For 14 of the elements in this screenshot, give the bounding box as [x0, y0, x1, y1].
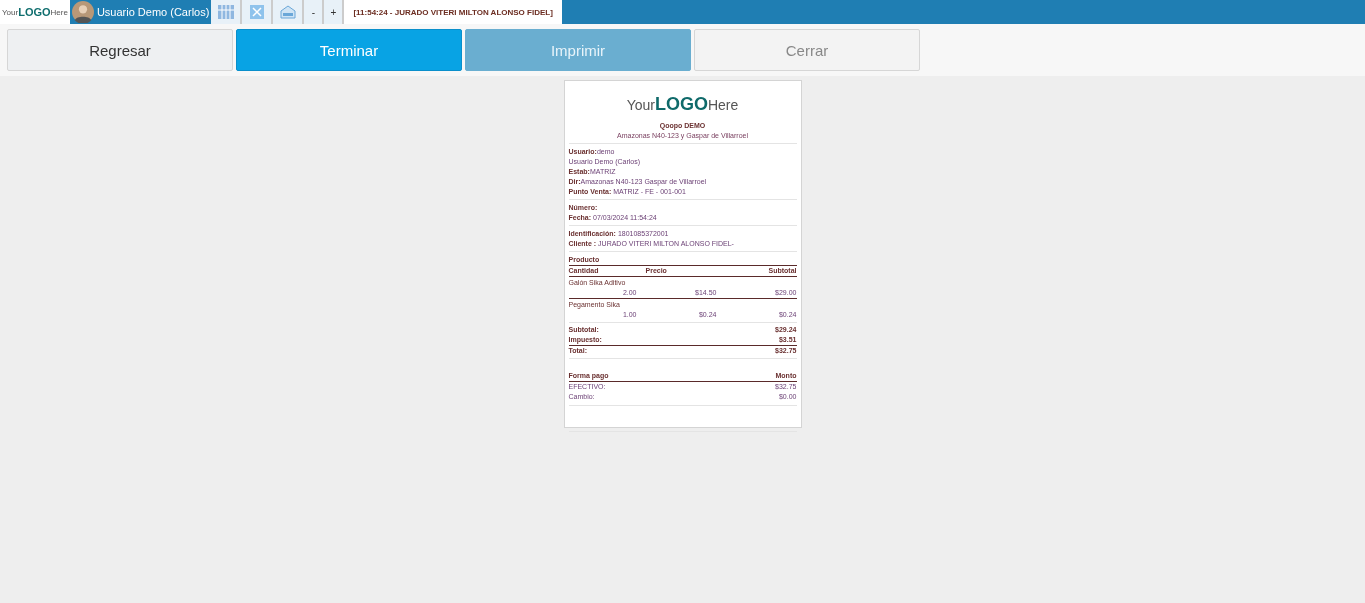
avatar-icon[interactable]	[71, 1, 94, 23]
box-button[interactable]	[273, 0, 305, 24]
logo: YourLOGOHere	[0, 0, 70, 24]
close-button[interactable]	[242, 0, 274, 24]
tool-button[interactable]: +	[324, 0, 345, 24]
grid-button[interactable]	[211, 0, 243, 24]
ticket-tab[interactable]: [11:54:24 - JURADO VITERI MILTON ALONSO FIDEL]	[344, 0, 562, 24]
action-button[interactable]: Regresar	[7, 29, 233, 71]
receipt-logo: YourLOGOHere	[625, 94, 740, 115]
close-icon	[249, 5, 264, 19]
grid-icon	[217, 5, 234, 19]
tool-button[interactable]: -	[304, 0, 325, 24]
user-name[interactable]: Usuario Demo (Carlos)	[96, 6, 210, 18]
box-icon	[279, 5, 296, 19]
